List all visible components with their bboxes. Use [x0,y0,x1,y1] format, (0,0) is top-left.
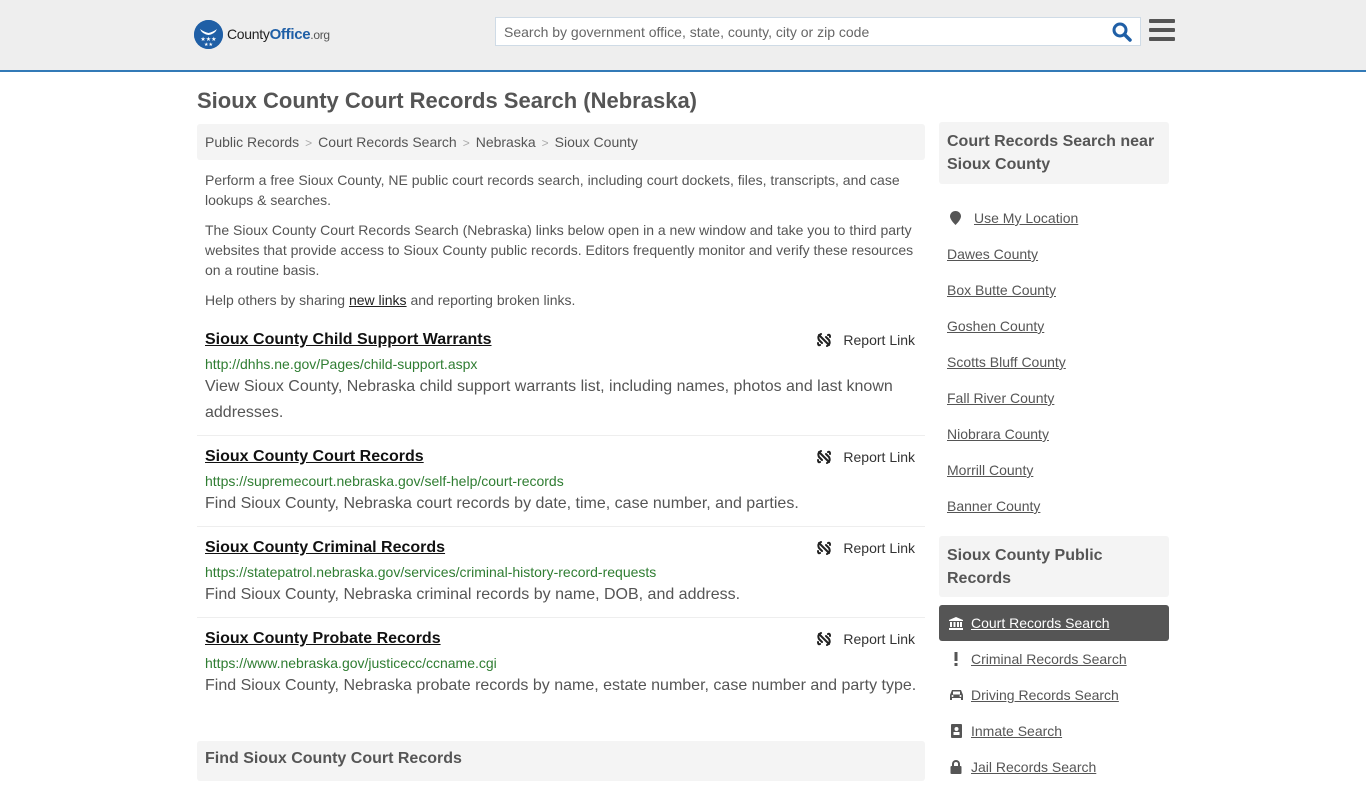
nearby-county-item: Goshen County [947,308,1167,344]
intro-paragraph-2: The Sioux County Court Records Search (N… [205,222,914,278]
site-logo[interactable]: ★★★ ★★ CountyOffice.org [194,20,330,49]
courthouse-icon [948,616,964,630]
breadcrumb-public-records[interactable]: Public Records [205,134,299,150]
car-icon [948,689,964,701]
nearby-county-item: Scotts Bluff County [947,344,1167,380]
nearby-county-item: Niobrara County [947,416,1167,452]
public-records-item-criminal[interactable]: Criminal Records Search [939,641,1169,677]
nearby-county-link[interactable]: Goshen County [947,318,1044,334]
report-link-button[interactable]: Report Link [816,540,915,556]
driving-records-search-link[interactable]: Driving Records Search [971,687,1119,703]
criminal-records-search-link[interactable]: Criminal Records Search [971,651,1127,667]
site-header: ★★★ ★★ CountyOffice.org [0,0,1366,72]
broken-link-icon [817,632,832,646]
public-records-heading: Sioux County Public Records [939,536,1169,597]
nearby-county-link[interactable]: Dawes County [947,246,1038,262]
public-records-item-jail[interactable]: Jail Records Search [939,749,1169,785]
result-description: View Sioux County, Nebraska child suppor… [205,378,893,421]
nearby-county-link[interactable]: Box Butte County [947,282,1056,298]
eagle-logo-icon: ★★★ ★★ [194,20,223,49]
page-title: Sioux County Court Records Search (Nebra… [197,88,698,113]
report-link-button[interactable]: Report Link [816,449,915,465]
result-title-link[interactable]: Sioux County Probate Records [205,629,441,649]
result-url-link[interactable]: https://supremecourt.nebraska.gov/self-h… [205,473,564,489]
exclamation-icon [948,652,964,666]
breadcrumb: Public Records > Court Records Search > Nebr… [197,124,925,160]
nearby-county-item: Fall River County [947,380,1167,416]
breadcrumb-separator: > [305,136,313,150]
result-title-link[interactable]: Sioux County Criminal Records [205,538,445,558]
breadcrumb-court-records-search[interactable]: Court Records Search [318,134,457,150]
nearby-county-item: Dawes County [947,236,1167,272]
result-item: Sioux County Court Records Report Link h… [197,436,925,527]
search-input[interactable] [496,18,1096,45]
result-description: Find Sioux County, Nebraska court record… [205,495,799,512]
report-link-button[interactable]: Report Link [816,332,915,348]
search-box [495,17,1141,46]
intro-paragraph-3: Help others by sharing new links and rep… [205,292,576,308]
breadcrumb-separator: > [462,136,470,150]
report-link-button[interactable]: Report Link [816,631,915,647]
nearby-county-item: Box Butte County [947,272,1167,308]
nearby-county-item: Banner County [947,488,1167,524]
result-url-link[interactable]: http://dhhs.ne.gov/Pages/child-support.a… [205,356,477,372]
result-description: Find Sioux County, Nebraska criminal rec… [205,586,741,603]
result-item: Sioux County Criminal Records Report Lin… [197,527,925,618]
result-url-link[interactable]: https://www.nebraska.gov/justicecc/ccnam… [205,655,497,671]
new-links-link[interactable]: new links [349,292,407,308]
nearby-counties-list: Use My Location Dawes County Box Butte C… [947,200,1167,524]
use-my-location-item: Use My Location [947,200,1167,236]
nearby-heading: Court Records Search near Sioux County [939,122,1169,184]
public-records-list: Court Records Search Criminal Records Se… [939,605,1169,785]
search-button[interactable] [1112,22,1134,42]
results-list: Sioux County Child Support Warrants Repo… [197,326,925,709]
inmate-search-link[interactable]: Inmate Search [971,723,1062,739]
map-marker-icon [950,211,961,225]
public-records-item-inmate[interactable]: Inmate Search [939,713,1169,749]
breadcrumb-sioux-county[interactable]: Sioux County [555,134,638,150]
broken-link-icon [817,333,832,347]
result-title-link[interactable]: Sioux County Child Support Warrants [205,330,492,350]
broken-link-icon [817,450,832,464]
result-item: Sioux County Probate Records Report Link… [197,618,925,709]
result-description: Find Sioux County, Nebraska probate reco… [205,677,917,694]
result-title-link[interactable]: Sioux County Court Records [205,447,424,467]
jail-records-search-link[interactable]: Jail Records Search [971,759,1096,775]
broken-link-icon [817,541,832,555]
intro-text: Perform a free Sioux County, NE public c… [205,170,920,320]
find-records-heading: Find Sioux County Court Records [197,741,925,781]
id-badge-icon [948,724,964,738]
nearby-county-link[interactable]: Scotts Bluff County [947,354,1066,370]
public-records-item-court[interactable]: Court Records Search [939,605,1169,641]
breadcrumb-separator: > [541,136,549,150]
search-icon [1112,22,1132,42]
hamburger-menu-icon[interactable] [1149,19,1175,43]
nearby-county-item: Morrill County [947,452,1167,488]
nearby-county-link[interactable]: Banner County [947,498,1040,514]
use-my-location-link[interactable]: Use My Location [974,210,1078,226]
svg-text:★★: ★★ [204,42,213,48]
court-records-search-link[interactable]: Court Records Search [971,615,1110,631]
result-url-link[interactable]: https://statepatrol.nebraska.gov/service… [205,564,656,580]
lock-icon [948,760,964,774]
result-item: Sioux County Child Support Warrants Repo… [197,326,925,436]
logo-wordmark: CountyOffice.org [227,26,330,43]
public-records-item-driving[interactable]: Driving Records Search [939,677,1169,713]
breadcrumb-nebraska[interactable]: Nebraska [476,134,536,150]
intro-paragraph-1: Perform a free Sioux County, NE public c… [205,172,900,208]
nearby-county-link[interactable]: Fall River County [947,390,1054,406]
nearby-county-link[interactable]: Niobrara County [947,426,1049,442]
nearby-county-link[interactable]: Morrill County [947,462,1033,478]
